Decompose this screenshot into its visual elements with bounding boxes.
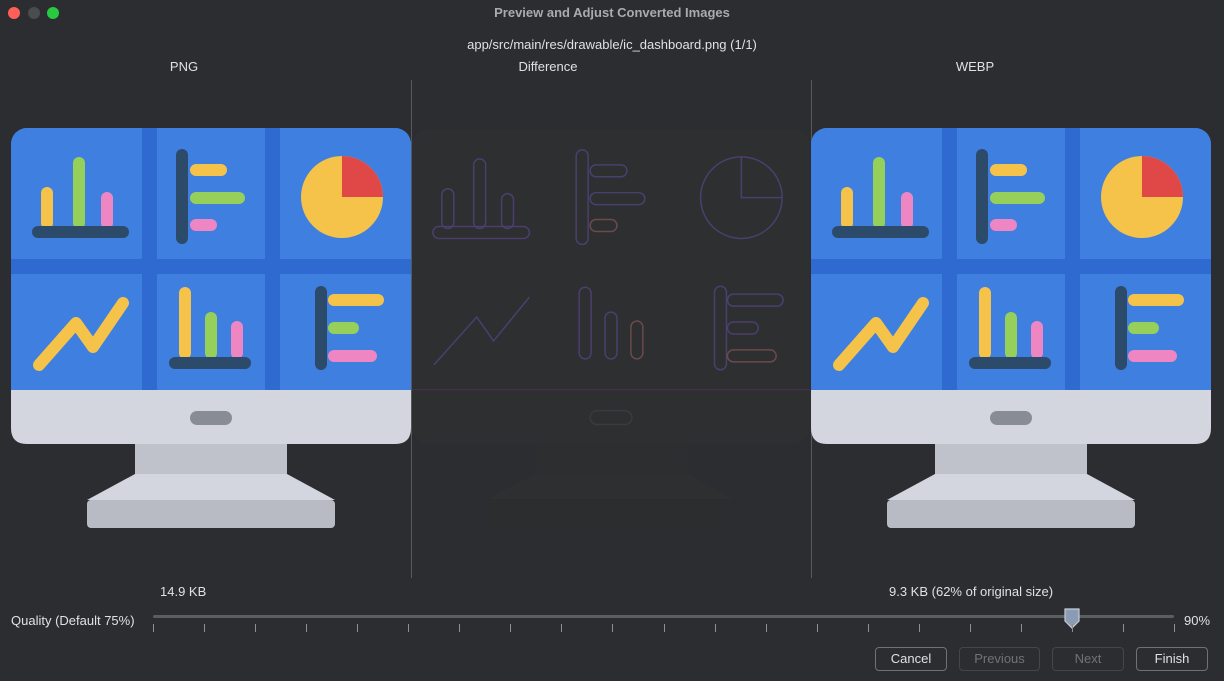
quality-value: 90% xyxy=(1184,613,1211,628)
window-close-button[interactable] xyxy=(8,7,20,19)
original-size-label: 14.9 KB xyxy=(160,584,207,599)
slider-tick xyxy=(510,624,511,632)
slider-tick xyxy=(408,624,409,632)
converted-size-label: 9.3 KB (62% of original size) xyxy=(889,584,1054,599)
next-button[interactable]: Next xyxy=(1052,647,1124,671)
slider-tick xyxy=(1174,624,1175,632)
previous-button[interactable]: Previous xyxy=(959,647,1040,671)
slider-tick xyxy=(357,624,358,632)
quality-slider[interactable] xyxy=(153,605,1175,635)
window-maximize-button[interactable] xyxy=(47,7,59,19)
finish-button[interactable]: Finish xyxy=(1136,647,1208,671)
webp-preview-image xyxy=(811,128,1211,528)
slider-track[interactable] xyxy=(153,615,1174,618)
slider-tick xyxy=(561,624,562,632)
cancel-button[interactable]: Cancel xyxy=(875,647,947,671)
window-title: Preview and Adjust Converted Images xyxy=(494,5,730,20)
slider-tick xyxy=(664,624,665,632)
png-column-label: PNG xyxy=(169,59,199,74)
window-minimize-button[interactable] xyxy=(28,7,40,19)
file-path: app/src/main/res/drawable/ic_dashboard.p… xyxy=(467,37,757,52)
quality-label: Quality (Default 75%) xyxy=(11,613,135,628)
slider-tick xyxy=(1123,624,1124,632)
png-preview-image xyxy=(11,128,411,528)
slider-tick xyxy=(204,624,205,632)
slider-tick xyxy=(970,624,971,632)
slider-tick xyxy=(868,624,869,632)
webp-column-label: WEBP xyxy=(955,59,995,74)
title-bar: Preview and Adjust Converted Images xyxy=(0,0,1224,26)
difference-column-label: Difference xyxy=(518,59,578,74)
slider-tick xyxy=(919,624,920,632)
difference-preview-image xyxy=(412,129,810,528)
slider-tick xyxy=(817,624,818,632)
slider-tick xyxy=(612,624,613,632)
slider-tick xyxy=(715,624,716,632)
slider-tick xyxy=(1072,624,1073,632)
slider-tick xyxy=(459,624,460,632)
slider-tick xyxy=(766,624,767,632)
slider-tick xyxy=(255,624,256,632)
slider-tick xyxy=(1021,624,1022,632)
slider-tick xyxy=(153,624,154,632)
slider-tick xyxy=(306,624,307,632)
